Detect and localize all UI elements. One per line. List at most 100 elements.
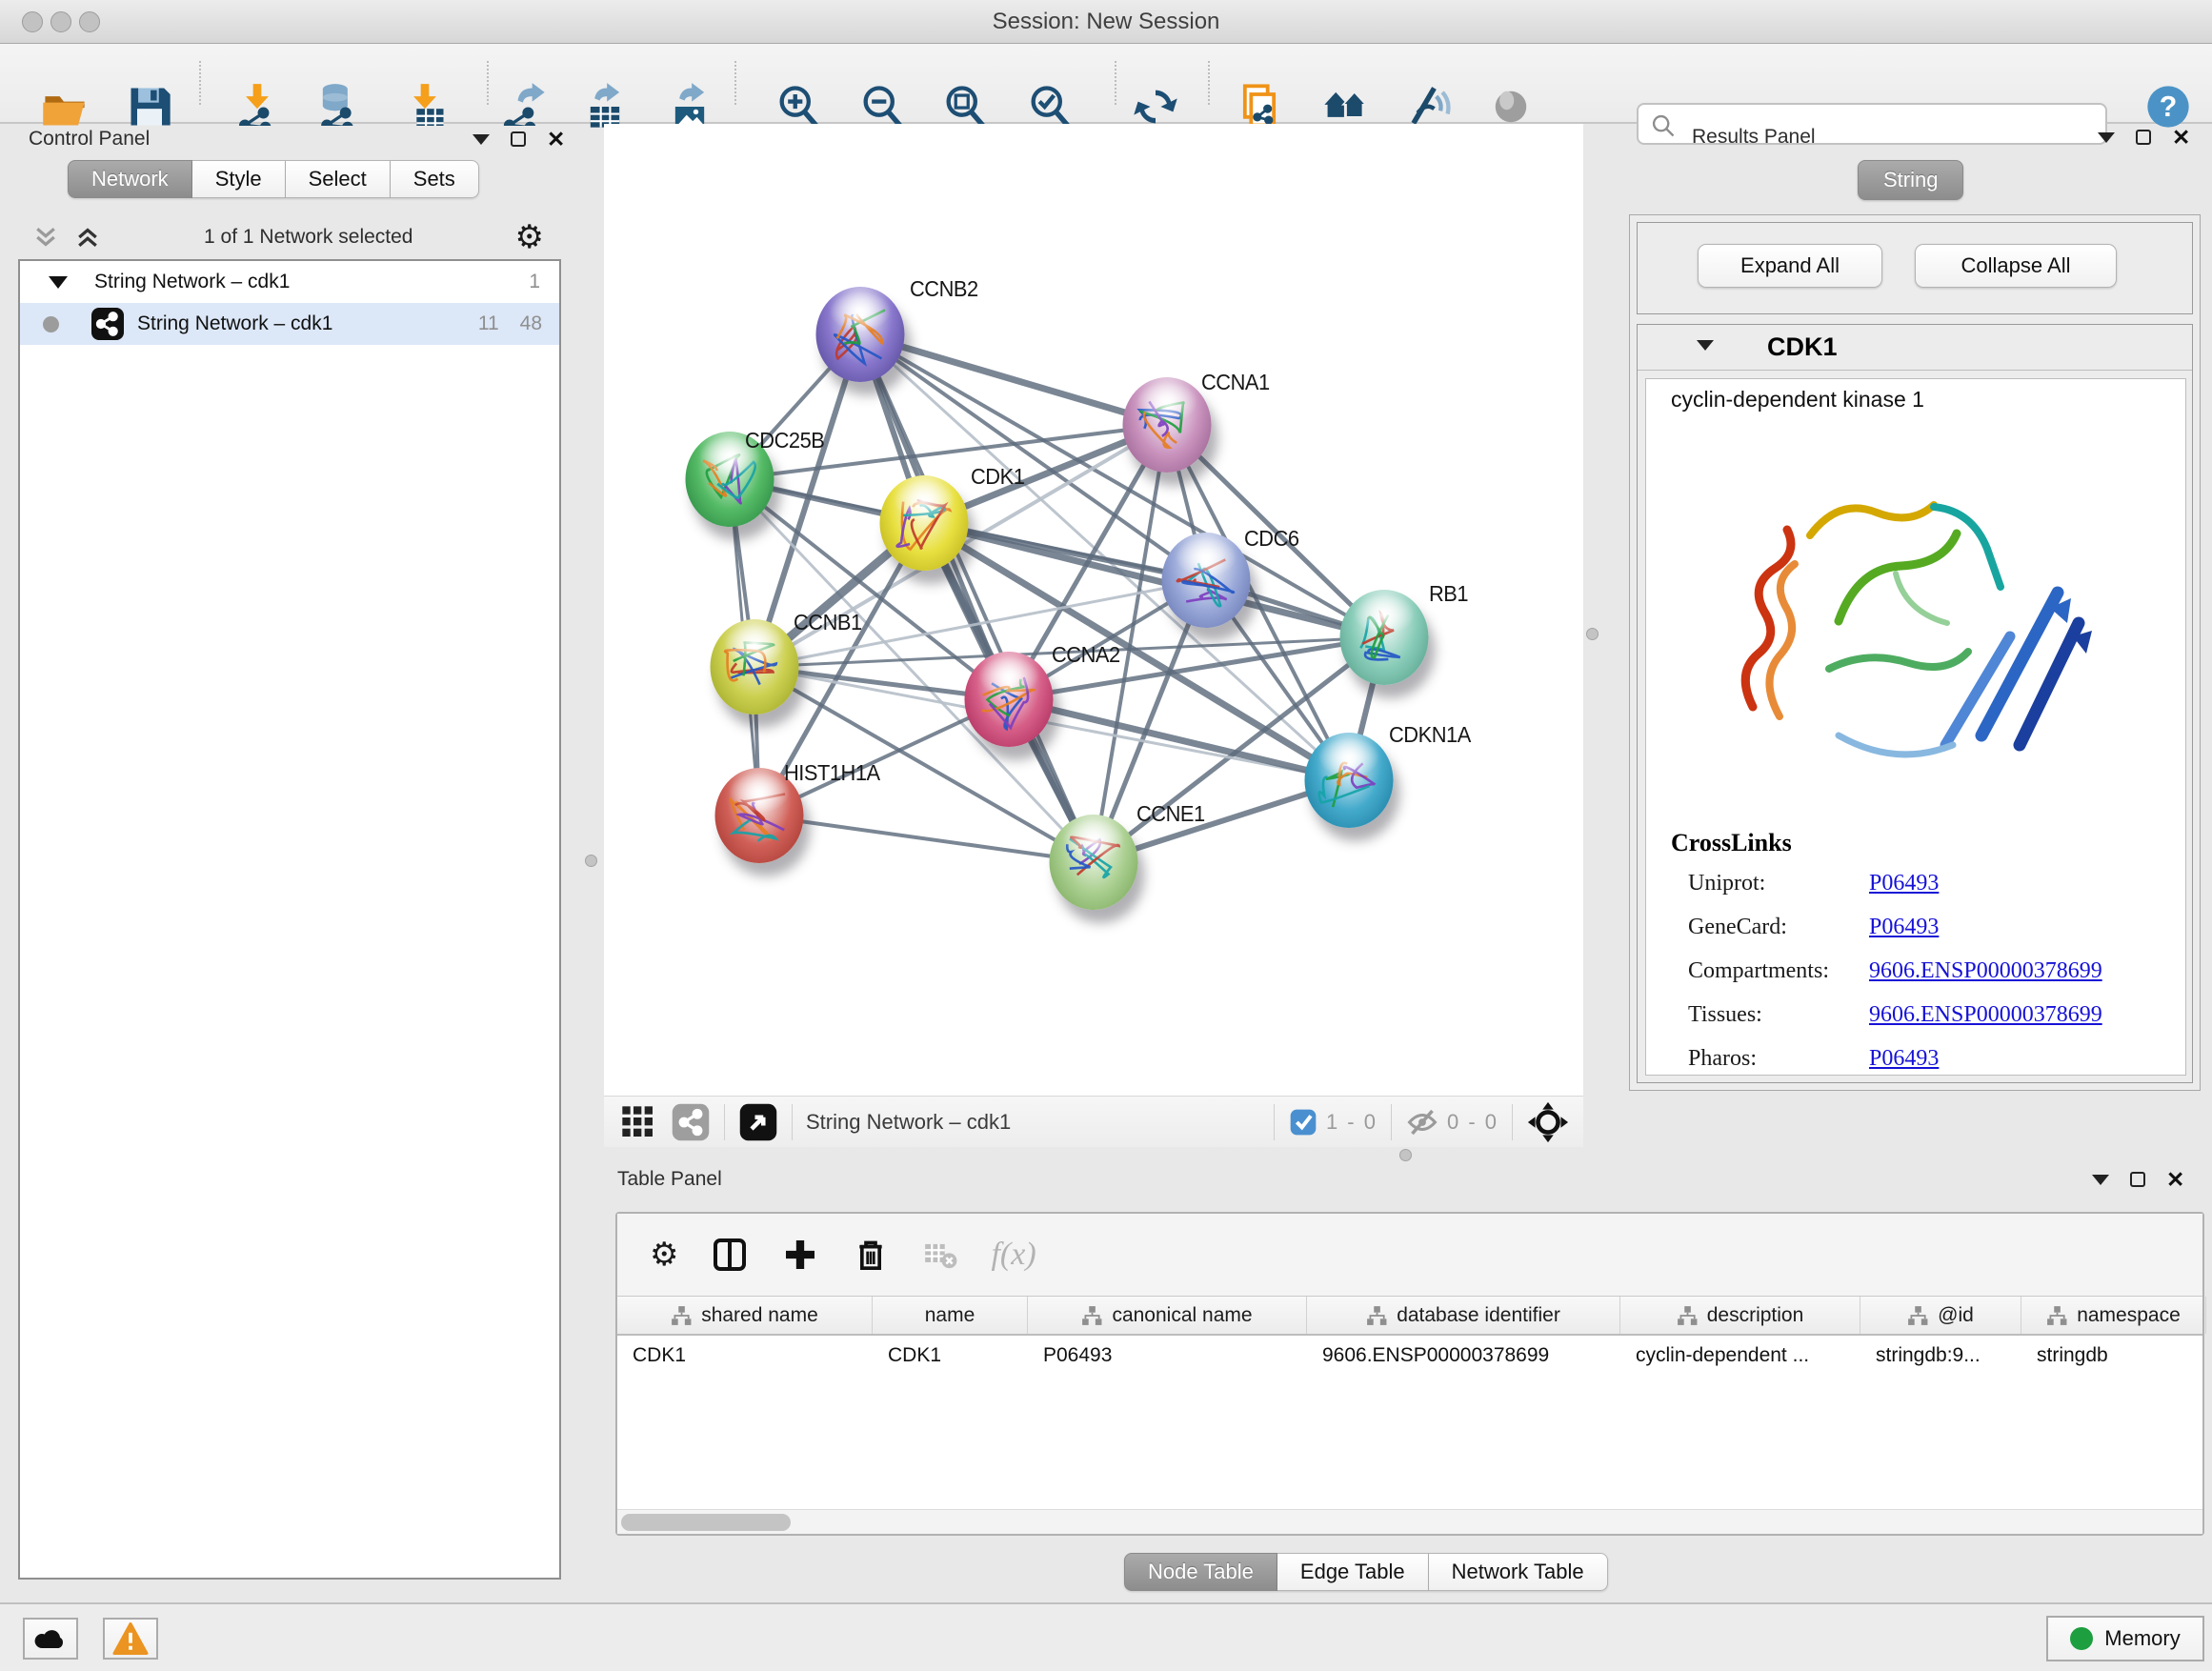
table-row[interactable]: CDK1CDK1P064939606.ENSP00000378699cyclin… bbox=[617, 1338, 2202, 1376]
fit-selected-crosshair-icon[interactable] bbox=[1526, 1100, 1570, 1144]
right-splitter-handle[interactable] bbox=[1586, 628, 1599, 640]
toolbar-separator bbox=[1208, 61, 1210, 105]
table-settings-gear-icon[interactable]: ⚙ bbox=[650, 1238, 678, 1271]
table-horizontal-scrollbar[interactable] bbox=[617, 1509, 2202, 1534]
collapse-entry-icon[interactable] bbox=[1697, 340, 1714, 351]
network-node-CDK1[interactable] bbox=[880, 475, 969, 571]
results-panel-title: Results Panel bbox=[1692, 126, 1816, 149]
export-network-icon[interactable] bbox=[499, 82, 549, 131]
network-column-icon bbox=[1081, 1305, 1102, 1326]
node-details-section: CDK1 cyclin-dependent kinase 1 bbox=[1637, 324, 2193, 1083]
expand-all-button[interactable]: Expand All bbox=[1698, 244, 1882, 288]
tab-sets[interactable]: Sets bbox=[391, 160, 479, 198]
column-header-@id[interactable]: @id bbox=[1860, 1297, 2021, 1334]
column-header-label: name bbox=[925, 1304, 975, 1327]
open-session-icon[interactable] bbox=[40, 82, 90, 131]
hidden-eye-icon[interactable] bbox=[1405, 1105, 1439, 1139]
column-header-shared-name[interactable]: shared name bbox=[617, 1297, 873, 1334]
birds-eye-view-icon[interactable] bbox=[738, 1102, 778, 1142]
table-cell[interactable]: P06493 bbox=[1028, 1338, 1307, 1376]
node-details-body: cyclin-dependent kinase 1 bbox=[1645, 378, 2186, 1076]
close-panel-icon[interactable]: ✕ bbox=[2172, 130, 2190, 145]
panel-menu-icon[interactable] bbox=[2098, 132, 2115, 143]
delete-column-trash-icon[interactable] bbox=[852, 1236, 890, 1274]
tab-style[interactable]: Style bbox=[192, 160, 286, 198]
crosslink-link[interactable]: 9606.ENSP00000378699 bbox=[1869, 958, 2102, 983]
network-canvas[interactable]: CCNB2CCNA1CDC25BCDK1CDC6RB1CCNB1CCNA2CDK… bbox=[604, 124, 1583, 1096]
grid-view-icon[interactable] bbox=[619, 1103, 657, 1141]
tab-edge-table[interactable]: Edge Table bbox=[1277, 1553, 1429, 1591]
network-node-CCNA2[interactable] bbox=[965, 652, 1054, 747]
node-details-header[interactable]: CDK1 bbox=[1638, 325, 2192, 371]
network-node-CCNE1[interactable] bbox=[1050, 815, 1138, 910]
expand-up-icon[interactable] bbox=[73, 223, 102, 252]
network-node-CDC6[interactable] bbox=[1162, 533, 1251, 628]
close-panel-icon[interactable]: ✕ bbox=[2166, 1172, 2184, 1187]
control-panel-title: Control Panel bbox=[29, 128, 150, 151]
network-collection-row[interactable]: String Network – cdk1 1 bbox=[20, 261, 559, 303]
nodes-selected-checkbox[interactable] bbox=[1288, 1107, 1318, 1137]
network-node-CCNB2[interactable] bbox=[816, 287, 905, 382]
network-view-icon[interactable] bbox=[671, 1102, 711, 1142]
collapse-all-icon[interactable] bbox=[31, 223, 60, 252]
panel-menu-icon[interactable] bbox=[2092, 1175, 2109, 1185]
import-database-icon[interactable] bbox=[312, 82, 362, 131]
crosslink-label: Compartments: bbox=[1688, 958, 1869, 984]
left-splitter-handle[interactable] bbox=[585, 855, 597, 867]
float-panel-icon[interactable] bbox=[2130, 1172, 2145, 1187]
table-cell[interactable]: CDK1 bbox=[617, 1338, 873, 1376]
table-cell[interactable]: stringdb:9... bbox=[1860, 1338, 2021, 1376]
network-options-gear-icon[interactable]: ⚙ bbox=[515, 221, 544, 253]
tab-network-table[interactable]: Network Table bbox=[1429, 1553, 1608, 1591]
tab-node-table[interactable]: Node Table bbox=[1124, 1553, 1277, 1591]
warnings-button[interactable] bbox=[103, 1618, 158, 1660]
cloud-icon bbox=[31, 1624, 70, 1653]
network-column-icon bbox=[1366, 1305, 1387, 1326]
table-cell[interactable]: 9606.ENSP00000378699 bbox=[1307, 1338, 1620, 1376]
column-header-name[interactable]: name bbox=[873, 1297, 1028, 1334]
node-gloss bbox=[1136, 382, 1196, 422]
import-network-icon[interactable] bbox=[232, 82, 282, 131]
crosslink-link[interactable]: P06493 bbox=[1869, 915, 1939, 939]
save-session-icon[interactable] bbox=[125, 82, 174, 131]
cloud-button[interactable] bbox=[23, 1618, 78, 1660]
entry-gene-name: CDK1 bbox=[1767, 332, 1838, 362]
table-cell[interactable]: CDK1 bbox=[873, 1338, 1028, 1376]
scrollbar-thumb[interactable] bbox=[621, 1514, 791, 1531]
column-header-label: database identifier bbox=[1397, 1304, 1560, 1327]
tree-expand-icon[interactable] bbox=[49, 276, 68, 289]
crosslink-link[interactable]: P06493 bbox=[1869, 871, 1939, 896]
column-header-namespace[interactable]: namespace bbox=[2021, 1297, 2206, 1334]
entry-description: cyclin-dependent kinase 1 bbox=[1671, 387, 1924, 413]
column-header-database-identifier[interactable]: database identifier bbox=[1307, 1297, 1620, 1334]
crosslink-label: Uniprot: bbox=[1688, 871, 1869, 896]
network-node-CCNB1[interactable] bbox=[711, 619, 799, 715]
crosslink-link[interactable]: 9606.ENSP00000378699 bbox=[1869, 1002, 2102, 1027]
collapse-all-button[interactable]: Collapse All bbox=[1915, 244, 2117, 288]
float-panel-icon[interactable] bbox=[2136, 130, 2151, 145]
table-cell[interactable]: cyclin-dependent ... bbox=[1620, 1338, 1860, 1376]
tab-select[interactable]: Select bbox=[286, 160, 391, 198]
float-panel-icon[interactable] bbox=[511, 131, 526, 147]
column-header-description[interactable]: description bbox=[1620, 1297, 1860, 1334]
import-table-icon[interactable] bbox=[400, 82, 450, 131]
column-header-canonical-name[interactable]: canonical name bbox=[1028, 1297, 1307, 1334]
crosslink-link[interactable]: P06493 bbox=[1869, 1046, 1939, 1071]
table-cell[interactable]: stringdb bbox=[2021, 1338, 2206, 1376]
network-node-RB1[interactable] bbox=[1340, 590, 1429, 685]
memory-button[interactable]: Memory bbox=[2046, 1616, 2204, 1661]
tab-string[interactable]: String bbox=[1858, 160, 1963, 200]
panel-menu-icon[interactable] bbox=[473, 134, 490, 145]
network-node-CDKN1A[interactable] bbox=[1305, 733, 1394, 828]
network-node-CCNA1[interactable] bbox=[1123, 377, 1212, 473]
add-column-icon[interactable] bbox=[781, 1236, 819, 1274]
close-panel-icon[interactable]: ✕ bbox=[547, 131, 565, 147]
network-row-selected[interactable]: String Network – cdk1 11 48 bbox=[20, 303, 559, 345]
network-tree: String Network – cdk1 1 String Network –… bbox=[18, 259, 561, 1580]
bottom-splitter-handle[interactable] bbox=[1399, 1149, 1412, 1161]
node-gloss bbox=[830, 292, 890, 332]
show-columns-icon[interactable] bbox=[711, 1236, 749, 1274]
network-type-icon bbox=[91, 308, 124, 340]
collection-count: 1 bbox=[529, 271, 540, 293]
tab-network[interactable]: Network bbox=[68, 160, 192, 198]
